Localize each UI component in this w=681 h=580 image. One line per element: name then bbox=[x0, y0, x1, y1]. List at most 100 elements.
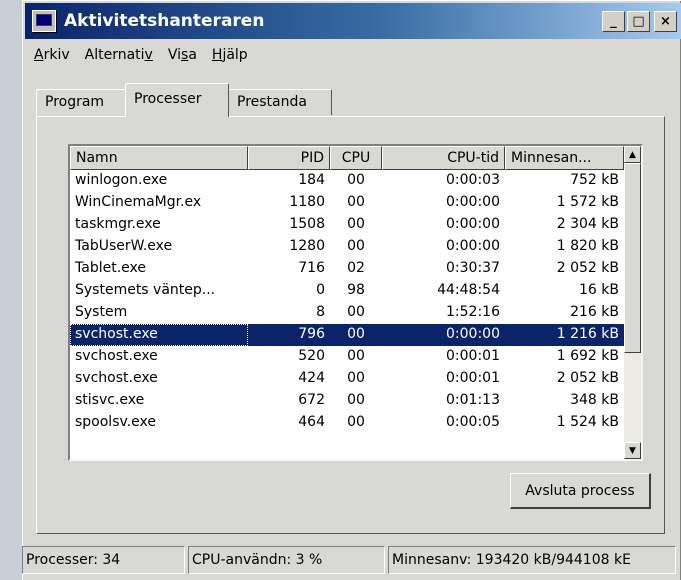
process-cpu: 00 bbox=[347, 414, 365, 430]
list-body: winlogon.exe 184 00 0:00:03 752 kB WinCinemaM… bbox=[70, 170, 624, 434]
menu-alternativ[interactable]: Alternativ bbox=[79, 45, 162, 69]
tab-prestanda-label: Prestanda bbox=[237, 94, 307, 110]
menu-hjalp[interactable]: Hjälp bbox=[206, 45, 257, 69]
vertical-scrollbar[interactable]: ▲ ▼ bbox=[624, 146, 641, 459]
column-header-cpu-time[interactable]: CPU-tid bbox=[382, 146, 505, 170]
arrow-down-icon: ▼ bbox=[629, 445, 636, 456]
process-name: spoolsv.exe bbox=[75, 414, 156, 430]
window-title: Aktivitetshanteraren bbox=[64, 11, 265, 31]
scroll-thumb[interactable] bbox=[624, 163, 641, 353]
status-cpu-usage: CPU-användn: 3 % bbox=[188, 546, 385, 574]
menu-hjalp-mnemonic: H bbox=[211, 47, 223, 63]
menu-alternativ-pre: Alternati bbox=[84, 47, 145, 63]
process-pid: 464 bbox=[298, 414, 325, 430]
menu-arkiv-mnemonic: A bbox=[34, 47, 44, 63]
table-row[interactable]: spoolsv.exe 464 00 0:00:05 1 524 kB bbox=[70, 412, 624, 434]
end-process-button[interactable]: Avsluta process bbox=[510, 473, 651, 509]
table-row[interactable]: winlogon.exe 184 00 0:00:03 752 kB bbox=[70, 170, 624, 192]
process-pid: 424 bbox=[298, 370, 325, 386]
menu-visa[interactable]: Visa bbox=[162, 45, 206, 69]
process-name: Tablet.exe bbox=[75, 260, 146, 276]
scroll-up-button[interactable]: ▲ bbox=[624, 146, 641, 163]
minimize-icon: _ bbox=[610, 14, 617, 29]
process-cpu-time: 44:48:54 bbox=[437, 282, 500, 298]
process-pid: 0 bbox=[316, 282, 325, 298]
process-cpu: 00 bbox=[347, 326, 365, 342]
menu-visa-pre: Vi bbox=[167, 47, 182, 63]
process-memory: 1 524 kB bbox=[556, 414, 619, 430]
tab-processer[interactable]: Processer bbox=[125, 83, 229, 117]
menu-arkiv-rest: rkiv bbox=[43, 47, 70, 63]
process-memory: 1 692 kB bbox=[556, 348, 619, 364]
process-name: svchost.exe bbox=[75, 348, 158, 364]
task-manager-icon[interactable] bbox=[32, 10, 56, 32]
arrow-up-icon: ▲ bbox=[629, 149, 636, 160]
process-cpu: 00 bbox=[347, 194, 365, 210]
process-cpu-time: 0:00:05 bbox=[446, 414, 500, 430]
process-cpu-time: 1:52:16 bbox=[446, 304, 500, 320]
table-row[interactable]: svchost.exe 520 00 0:00:01 1 692 kB bbox=[70, 346, 624, 368]
process-memory: 752 kB bbox=[570, 172, 619, 188]
table-row[interactable]: taskmgr.exe 1508 00 0:00:00 2 304 kB bbox=[70, 214, 624, 236]
table-row[interactable]: stisvc.exe 672 00 0:01:13 348 kB bbox=[70, 390, 624, 412]
close-button[interactable]: × bbox=[654, 11, 677, 32]
tab-prestanda[interactable]: Prestanda bbox=[228, 89, 332, 115]
process-memory: 2 304 kB bbox=[556, 216, 619, 232]
process-memory: 1 820 kB bbox=[556, 238, 619, 254]
process-cpu: 02 bbox=[347, 260, 365, 276]
process-name: System bbox=[75, 304, 128, 320]
table-row[interactable]: svchost.exe 796 00 0:00:00 1 216 kB bbox=[70, 324, 624, 346]
table-row[interactable]: Tablet.exe 716 02 0:30:37 2 052 kB bbox=[70, 258, 624, 280]
process-cpu-time: 0:00:01 bbox=[446, 370, 500, 386]
process-memory: 16 kB bbox=[579, 282, 619, 298]
menu-visa-rest: a bbox=[188, 47, 197, 63]
title-bar[interactable]: Aktivitetshanteraren _ □ × bbox=[25, 3, 681, 39]
column-header-name[interactable]: Namn bbox=[70, 146, 248, 170]
process-cpu-time: 0:00:01 bbox=[446, 348, 500, 364]
close-icon: × bbox=[660, 14, 671, 29]
maximize-button[interactable]: □ bbox=[627, 11, 650, 32]
process-cpu-time: 0:01:13 bbox=[446, 392, 500, 408]
process-name: svchost.exe bbox=[75, 370, 158, 386]
status-bar: Processer: 34 CPU-användn: 3 % Minnesanv… bbox=[22, 546, 681, 576]
table-row[interactable]: System 8 00 1:52:16 216 kB bbox=[70, 302, 624, 324]
menu-arkiv[interactable]: Arkiv bbox=[28, 45, 79, 69]
process-cpu: 00 bbox=[347, 172, 365, 188]
process-cpu-time: 0:00:00 bbox=[446, 194, 500, 210]
table-row[interactable]: svchost.exe 424 00 0:00:01 2 052 kB bbox=[70, 368, 624, 390]
process-cpu-time: 0:00:00 bbox=[446, 326, 500, 342]
process-cpu: 00 bbox=[347, 392, 365, 408]
column-header-cpu[interactable]: CPU bbox=[330, 146, 382, 170]
task-manager-window: Aktivitetshanteraren _ □ × Arkiv Alterna… bbox=[22, 0, 681, 580]
tab-processer-label: Processer bbox=[134, 91, 202, 107]
scroll-down-button[interactable]: ▼ bbox=[624, 442, 641, 459]
process-memory: 348 kB bbox=[570, 392, 619, 408]
process-memory: 2 052 kB bbox=[556, 260, 619, 276]
table-row[interactable]: TabUserW.exe 1280 00 0:00:00 1 820 kB bbox=[70, 236, 624, 258]
column-header-pid[interactable]: PID bbox=[248, 146, 330, 170]
process-name: winlogon.exe bbox=[75, 172, 168, 188]
process-cpu-time: 0:00:00 bbox=[446, 238, 500, 254]
table-row[interactable]: WinCinemaMgr.ex 1180 00 0:00:00 1 572 kB bbox=[70, 192, 624, 214]
process-cpu: 00 bbox=[347, 370, 365, 386]
process-list[interactable]: Namn PID CPU CPU-tid Minnesan... winlogo… bbox=[68, 144, 643, 461]
process-name: svchost.exe bbox=[70, 324, 248, 346]
process-memory: 2 052 kB bbox=[556, 370, 619, 386]
process-pid: 1280 bbox=[289, 238, 325, 254]
process-pid: 520 bbox=[298, 348, 325, 364]
process-memory: 216 kB bbox=[570, 304, 619, 320]
status-processes: Processer: 34 bbox=[22, 546, 185, 574]
status-memory-usage: Minnesanv: 193420 kB/944108 kE bbox=[388, 546, 676, 574]
process-pid: 184 bbox=[298, 172, 325, 188]
process-cpu: 00 bbox=[347, 304, 365, 320]
tab-program[interactable]: Program bbox=[36, 89, 127, 115]
process-memory: 1 572 kB bbox=[556, 194, 619, 210]
window-controls: _ □ × bbox=[600, 11, 677, 32]
list-header: Namn PID CPU CPU-tid Minnesan... bbox=[70, 146, 624, 170]
process-cpu: 00 bbox=[347, 238, 365, 254]
menu-hjalp-rest: jälp bbox=[222, 47, 248, 63]
menu-bar: Arkiv Alternativ Visa Hjälp bbox=[28, 45, 257, 69]
column-header-memory[interactable]: Minnesan... bbox=[505, 146, 624, 170]
table-row[interactable]: Systemets väntep... 0 98 44:48:54 16 kB bbox=[70, 280, 624, 302]
minimize-button[interactable]: _ bbox=[602, 11, 625, 32]
